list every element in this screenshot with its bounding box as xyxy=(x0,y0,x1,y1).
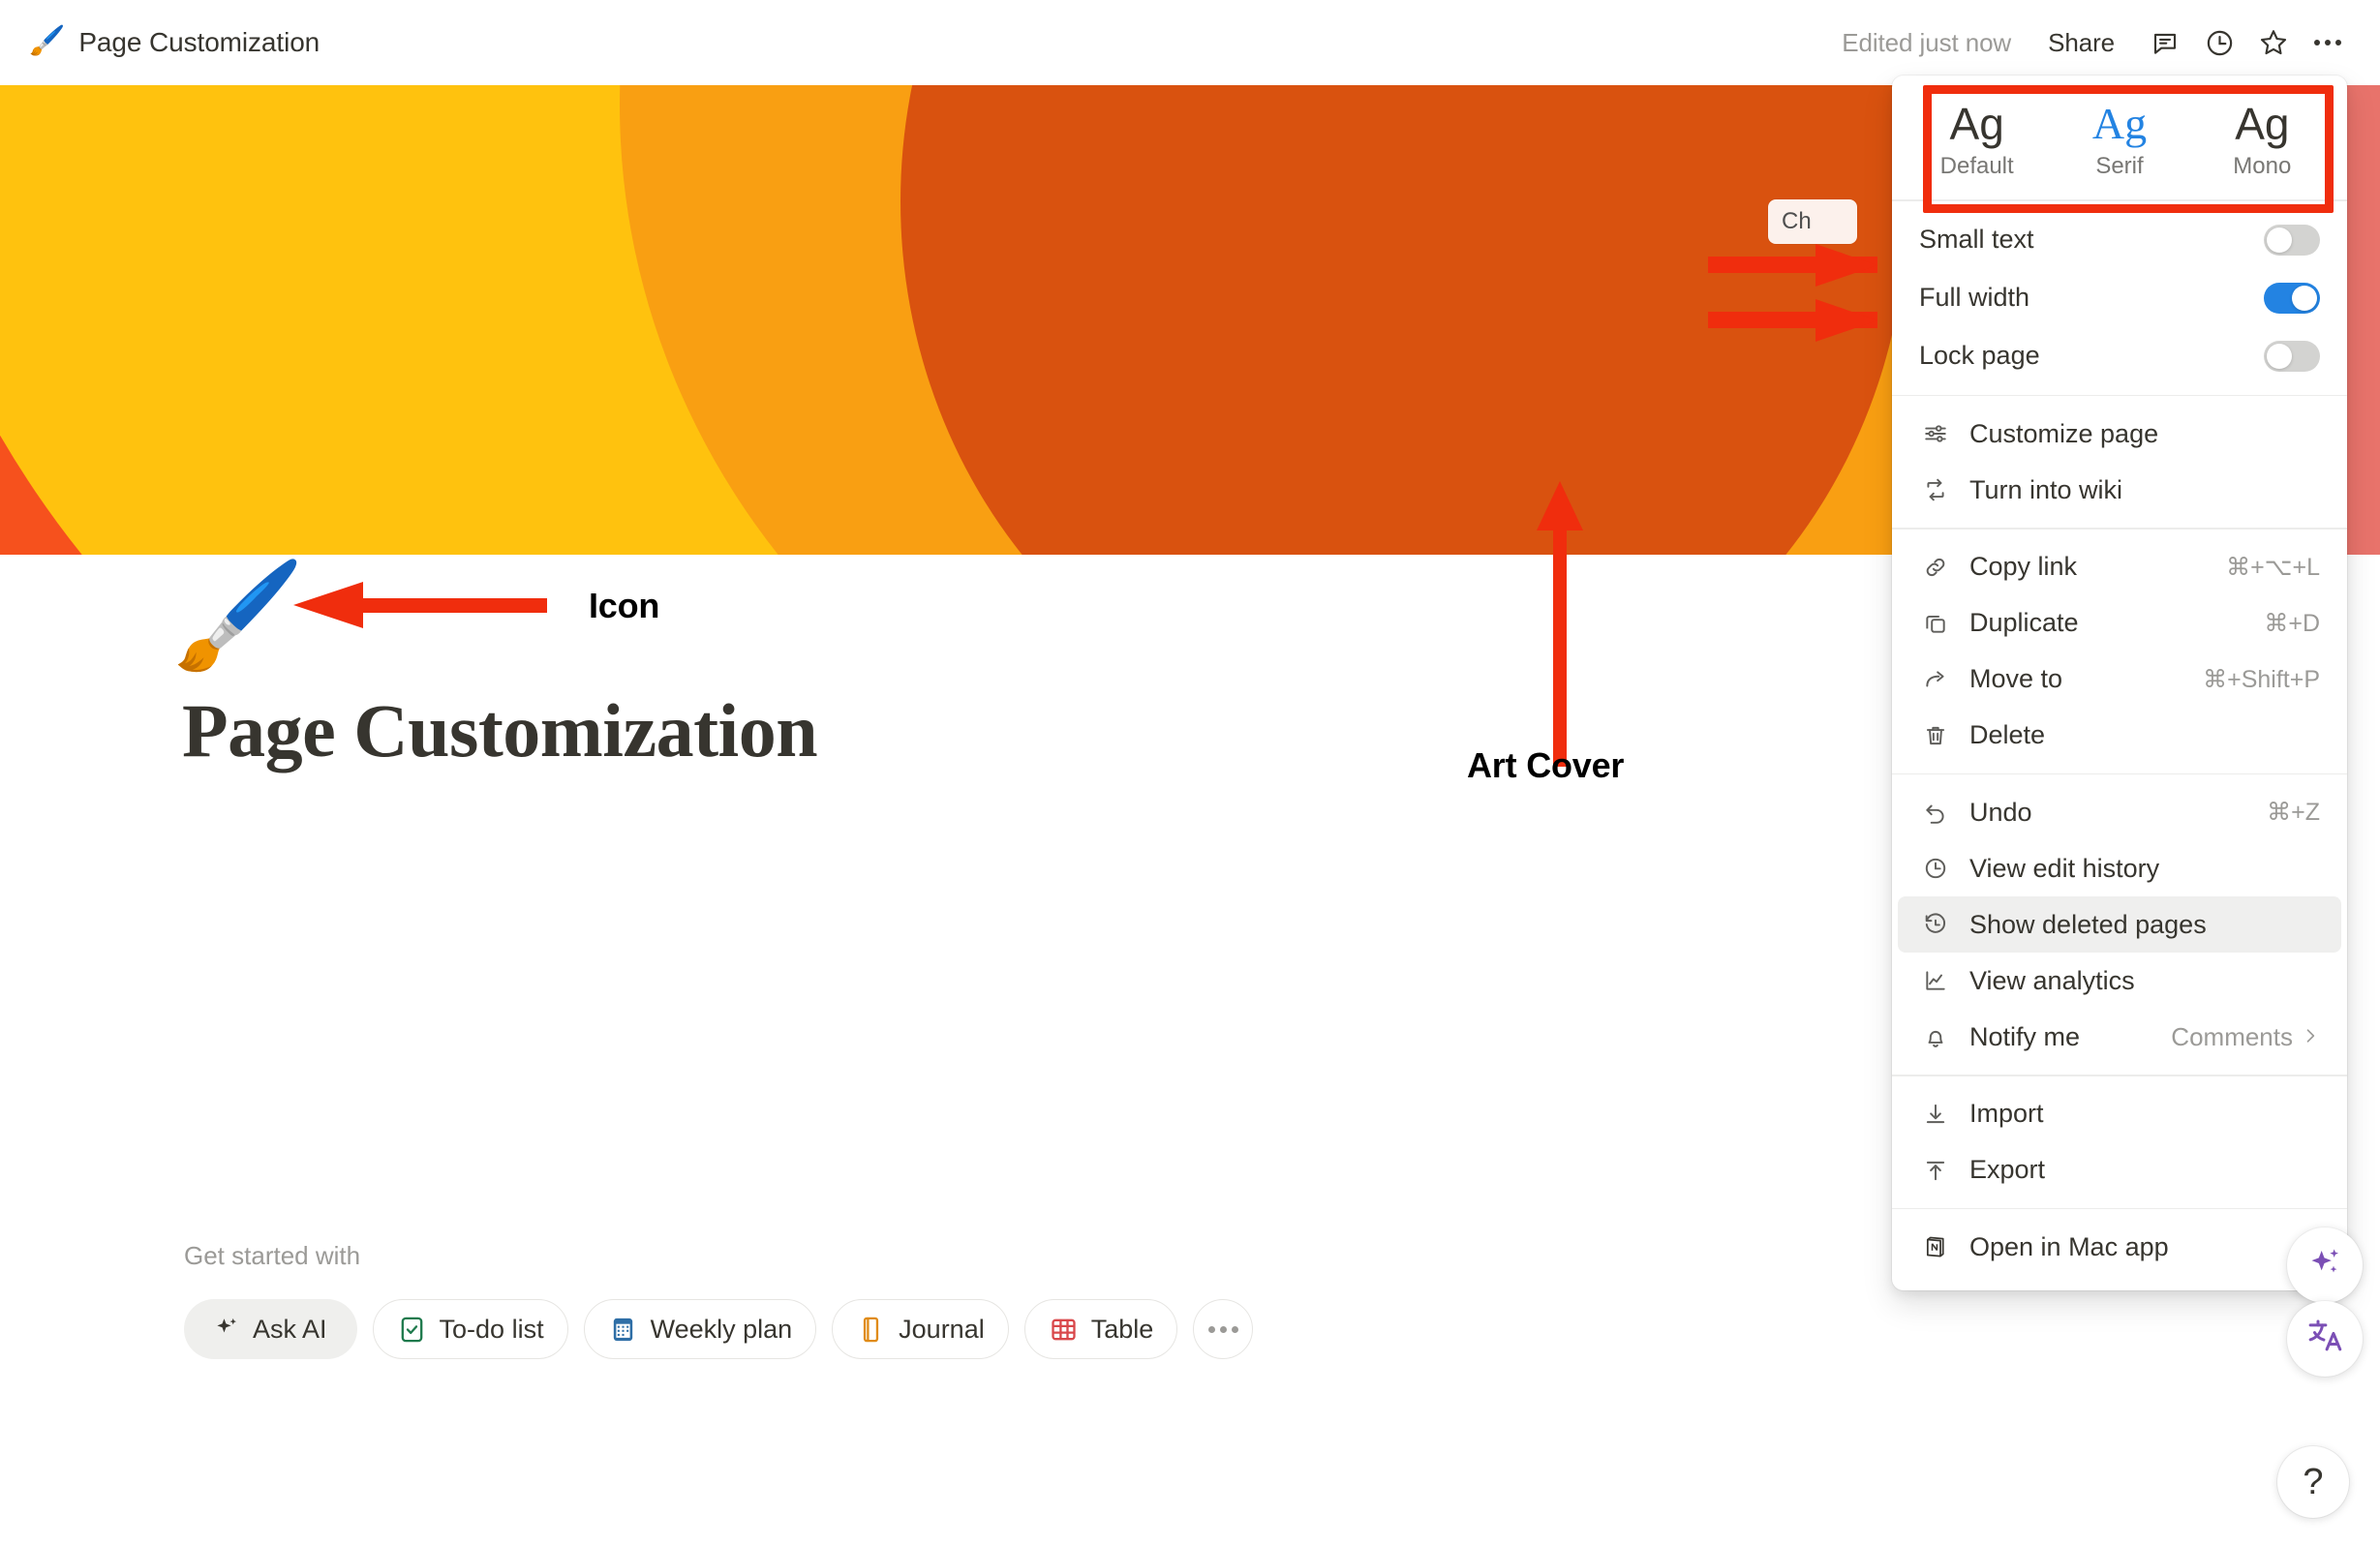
arrow-to-small-text xyxy=(1708,244,1877,287)
annotation-arrows xyxy=(293,244,1877,767)
arrow-to-full-width xyxy=(1708,299,1877,342)
arrow-to-art-cover xyxy=(1537,481,1583,767)
arrow-to-page-icon xyxy=(293,582,547,628)
annotation-label-icon: Icon xyxy=(589,586,660,625)
annotation-label-art-cover: Art Cover xyxy=(1467,745,1625,785)
